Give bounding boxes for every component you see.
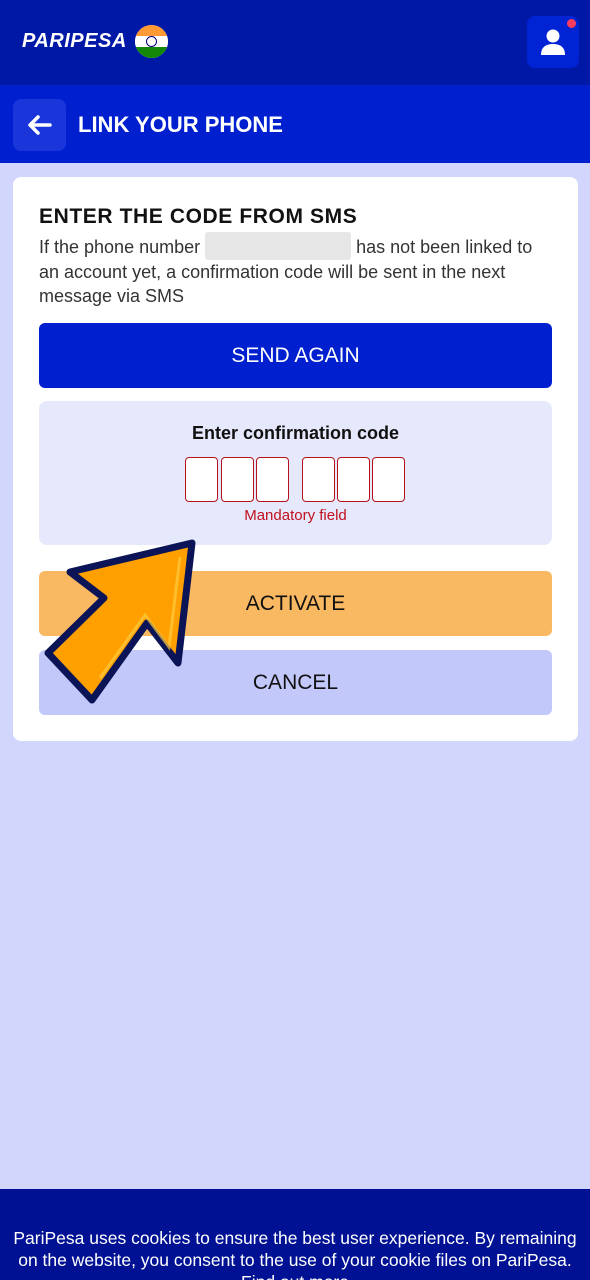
- code-digit-6[interactable]: [372, 457, 405, 502]
- send-again-button[interactable]: SEND AGAIN: [39, 323, 552, 388]
- mandatory-field-error: Mandatory field: [244, 507, 347, 524]
- find-out-more-link[interactable]: Find out more: [241, 1272, 349, 1280]
- cookie-text: PariPesa uses cookies to ensure the best…: [6, 1227, 584, 1280]
- code-digit-4[interactable]: [302, 457, 335, 502]
- top-header: PARIPESA: [0, 0, 590, 85]
- user-icon: [541, 29, 565, 55]
- code-digit-3[interactable]: [256, 457, 289, 502]
- code-label: Enter confirmation code: [191, 423, 400, 443]
- code-entry-panel: Enter confirmation code Mandatory field: [39, 401, 552, 545]
- notification-dot: [567, 19, 576, 28]
- card-heading: ENTER THE CODE FROM SMS: [39, 205, 358, 228]
- description-start: If the phone number: [39, 237, 206, 257]
- card-description: If the phone number has not been linked …: [39, 232, 549, 308]
- brand-logo[interactable]: PARIPESA: [22, 30, 127, 53]
- page-title: LINK YOUR PHONE: [78, 112, 283, 137]
- code-digit-5[interactable]: [337, 457, 370, 502]
- cookie-message: PariPesa uses cookies to ensure the best…: [13, 1228, 577, 1270]
- arrow-left-icon: [28, 115, 52, 135]
- title-bar: LINK YOUR PHONE: [0, 85, 590, 163]
- cookie-banner: PariPesa uses cookies to ensure the best…: [0, 1189, 590, 1280]
- pointer-arrow-icon: [44, 539, 196, 704]
- code-digit-2[interactable]: [221, 457, 254, 502]
- india-flag-icon[interactable]: [135, 25, 168, 58]
- back-button[interactable]: [13, 99, 66, 151]
- code-digit-1[interactable]: [185, 457, 218, 502]
- masked-phone-number: [205, 232, 352, 261]
